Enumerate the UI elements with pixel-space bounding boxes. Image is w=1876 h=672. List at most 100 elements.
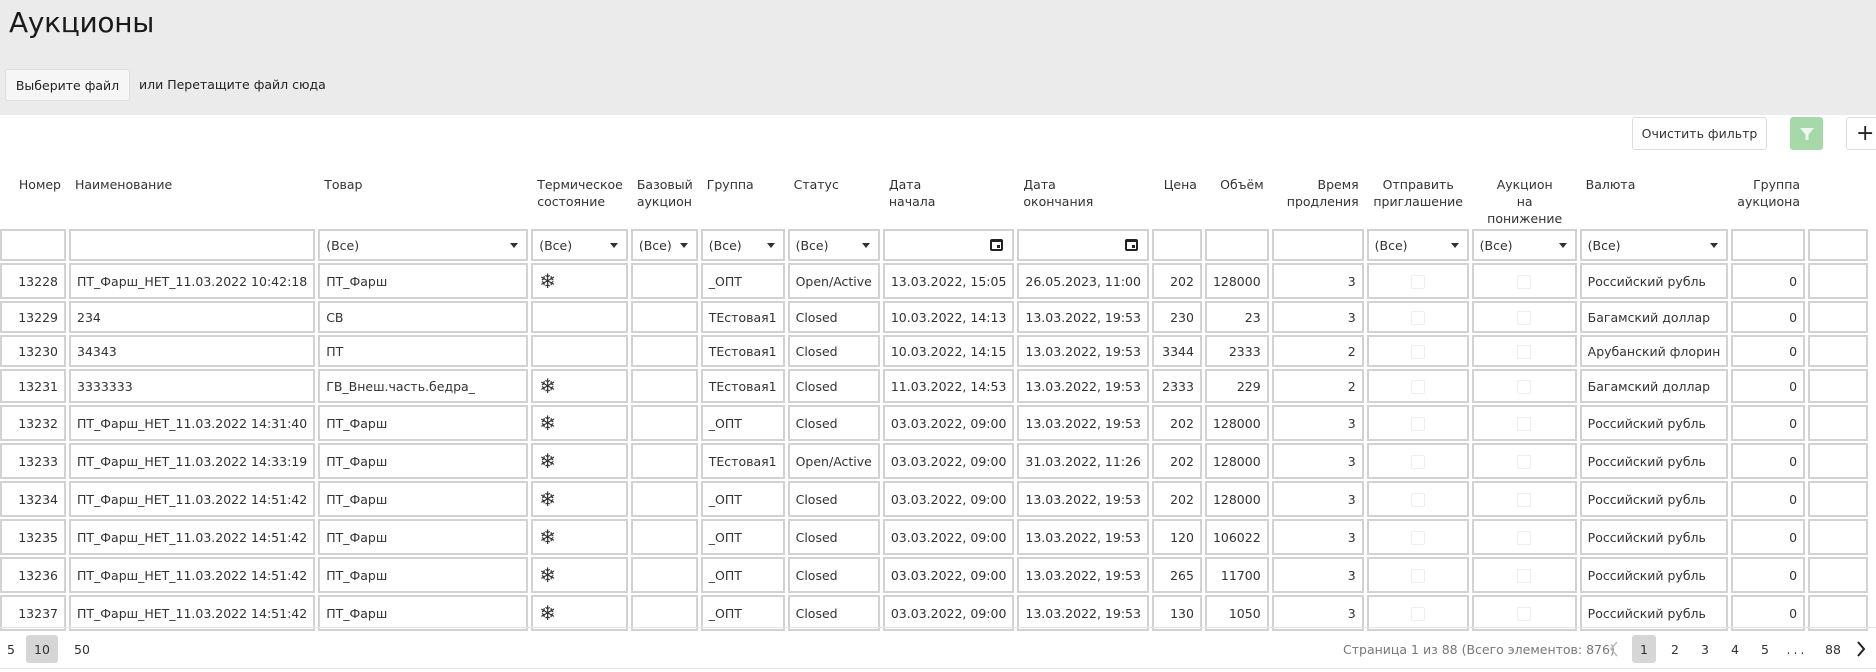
filter-thermal[interactable]: (Все) bbox=[531, 229, 628, 261]
filter-status[interactable]: (Все) bbox=[787, 229, 880, 261]
column-header-volume[interactable]: Объём bbox=[1205, 168, 1269, 227]
page-1[interactable]: 1 bbox=[1632, 635, 1656, 663]
checkbox[interactable] bbox=[1517, 606, 1532, 621]
column-header-name[interactable]: Наименование bbox=[69, 168, 315, 227]
checkbox[interactable] bbox=[1410, 344, 1425, 359]
column-header-end[interactable]: Дата окончания bbox=[1017, 168, 1149, 227]
table-row[interactable]: 13229 234 СВ ТЕстовая1 Closed 10.03.2022, 14:… bbox=[0, 301, 1869, 333]
table-row[interactable]: 13231 3333333 ГВ_Внеш.часть.бедра_ ❄ ТЕстова… bbox=[0, 369, 1869, 403]
checkbox[interactable] bbox=[1410, 568, 1425, 583]
page-4[interactable]: 4 bbox=[1724, 635, 1746, 663]
calendar-icon[interactable] bbox=[990, 239, 1004, 251]
column-header-status[interactable]: Статус bbox=[788, 168, 880, 227]
checkbox[interactable] bbox=[1410, 379, 1425, 394]
page-2[interactable]: 2 bbox=[1664, 635, 1686, 663]
checkbox[interactable] bbox=[1517, 344, 1532, 359]
checkbox[interactable] bbox=[1517, 492, 1532, 507]
filter-select[interactable]: (Все) bbox=[633, 231, 696, 259]
filter-currency[interactable]: (Все) bbox=[1579, 229, 1729, 261]
checkbox[interactable] bbox=[1410, 492, 1425, 507]
filter-select[interactable]: (Все) bbox=[1474, 231, 1575, 259]
checkbox[interactable] bbox=[1410, 416, 1425, 431]
filter-down[interactable]: (Все) bbox=[1471, 229, 1577, 261]
date-filter[interactable] bbox=[1019, 231, 1147, 259]
caret-down-icon[interactable] bbox=[679, 242, 688, 248]
caret-down-icon[interactable] bbox=[1710, 242, 1719, 248]
caret-down-icon[interactable] bbox=[1558, 242, 1567, 248]
column-header-base[interactable]: Базовый аукцион bbox=[631, 168, 698, 227]
table-row[interactable]: 13230 34343 ПТ ТЕстовая1 Closed 10.03.2022, 1… bbox=[0, 335, 1869, 367]
filter-invite[interactable]: (Все) bbox=[1366, 229, 1469, 261]
checkbox[interactable] bbox=[1410, 310, 1425, 325]
filter-group[interactable]: (Все) bbox=[700, 229, 785, 261]
page-size-10[interactable]: 10 bbox=[26, 635, 58, 663]
page-5[interactable]: 5 bbox=[1754, 635, 1776, 663]
table-row[interactable]: 13237 ПТ_Фарш_НЕТ_11.03.2022 14:51:42 ПТ_Ф… bbox=[0, 595, 1869, 631]
table-row[interactable]: 13233 ПТ_Фарш_НЕТ_11.03.2022 14:33:19 ПТ_Ф… bbox=[0, 443, 1869, 479]
checkbox[interactable] bbox=[1517, 310, 1532, 325]
column-header-number[interactable]: Номер bbox=[0, 168, 66, 227]
calendar-icon[interactable] bbox=[1124, 239, 1138, 251]
checkbox[interactable] bbox=[1517, 530, 1532, 545]
page-88[interactable]: 88 bbox=[1820, 635, 1846, 663]
filter-ext[interactable] bbox=[1271, 229, 1364, 261]
filter-select[interactable]: (Все) bbox=[1582, 231, 1727, 259]
apply-filter-button[interactable] bbox=[1790, 117, 1823, 150]
table-row[interactable]: 13236 ПТ_Фарш_НЕТ_11.03.2022 14:51:42 ПТ_Ф… bbox=[0, 557, 1869, 593]
filter-price[interactable] bbox=[1151, 229, 1202, 261]
filter-agroup[interactable] bbox=[1731, 229, 1806, 261]
table-row[interactable]: 13232 ПТ_Фарш_НЕТ_11.03.2022 14:31:40 ПТ_Ф… bbox=[0, 405, 1869, 441]
filter-select[interactable]: (Все) bbox=[320, 231, 526, 259]
filter-name[interactable] bbox=[69, 229, 316, 261]
checkbox[interactable] bbox=[1410, 454, 1425, 469]
column-header-group[interactable]: Группа bbox=[701, 168, 785, 227]
filter-base[interactable]: (Все) bbox=[630, 229, 698, 261]
checkbox[interactable] bbox=[1410, 606, 1425, 621]
column-header-extra[interactable] bbox=[1808, 168, 1868, 227]
filter-volume[interactable] bbox=[1204, 229, 1269, 261]
filter-select[interactable]: (Все) bbox=[533, 231, 626, 259]
column-header-product[interactable]: Товар bbox=[318, 168, 528, 227]
column-header-agroup[interactable]: Группа аукциона bbox=[1731, 168, 1805, 227]
checkbox[interactable] bbox=[1517, 416, 1532, 431]
checkbox[interactable] bbox=[1517, 274, 1532, 289]
column-header-thermal[interactable]: Термическое состояние bbox=[531, 168, 628, 227]
column-header-currency[interactable]: Валюта bbox=[1580, 168, 1729, 227]
choose-file-button[interactable]: Выберите файл bbox=[5, 69, 130, 101]
column-header-price[interactable]: Цена bbox=[1152, 168, 1202, 227]
clear-filter-button[interactable]: Очистить фильтр bbox=[1632, 117, 1767, 150]
caret-down-icon[interactable] bbox=[861, 242, 870, 248]
table-row[interactable]: 13235 ПТ_Фарш_НЕТ_11.03.2022 14:51:42 ПТ_Ф… bbox=[0, 519, 1869, 555]
filter-number[interactable] bbox=[0, 229, 66, 261]
filter-select[interactable]: (Все) bbox=[703, 231, 783, 259]
prev-page-button[interactable] bbox=[1604, 635, 1624, 663]
next-page-button[interactable] bbox=[1852, 635, 1870, 663]
caret-down-icon[interactable] bbox=[609, 242, 618, 248]
checkbox[interactable] bbox=[1410, 274, 1425, 289]
column-header-down[interactable]: Аукцион на понижение bbox=[1472, 168, 1577, 227]
caret-down-icon[interactable] bbox=[766, 242, 775, 248]
page-3[interactable]: 3 bbox=[1694, 635, 1716, 663]
table-row[interactable]: 13234 ПТ_Фарш_НЕТ_11.03.2022 14:51:42 ПТ_Ф… bbox=[0, 481, 1869, 517]
filter-extra[interactable] bbox=[1808, 229, 1869, 261]
checkbox[interactable] bbox=[1410, 530, 1425, 545]
caret-down-icon[interactable] bbox=[1450, 242, 1459, 248]
page-size-50[interactable]: 50 bbox=[66, 635, 98, 663]
checkbox[interactable] bbox=[1517, 379, 1532, 394]
filter-product[interactable]: (Все) bbox=[318, 229, 529, 261]
column-header-ext[interactable]: Время продления bbox=[1272, 168, 1364, 227]
column-header-invite[interactable]: Отправить приглашение bbox=[1367, 168, 1469, 227]
page-size-5[interactable]: 5 bbox=[2, 635, 20, 663]
caret-down-icon[interactable] bbox=[510, 242, 519, 248]
drop-zone-hint[interactable]: или Перетащите файл сюда bbox=[139, 77, 326, 92]
column-header-start[interactable]: Дата начала bbox=[883, 168, 1015, 227]
checkbox[interactable] bbox=[1517, 454, 1532, 469]
filter-select[interactable]: (Все) bbox=[1369, 231, 1467, 259]
table-row[interactable]: 13228 ПТ_Фарш_НЕТ_11.03.2022 10:42:18 ПТ_Ф… bbox=[0, 263, 1869, 299]
filter-start[interactable] bbox=[882, 229, 1015, 261]
checkbox[interactable] bbox=[1517, 568, 1532, 583]
date-filter[interactable] bbox=[885, 231, 1013, 259]
filter-end[interactable] bbox=[1017, 229, 1149, 261]
add-auction-button[interactable]: + bbox=[1846, 117, 1876, 150]
filter-select[interactable]: (Все) bbox=[790, 231, 878, 259]
